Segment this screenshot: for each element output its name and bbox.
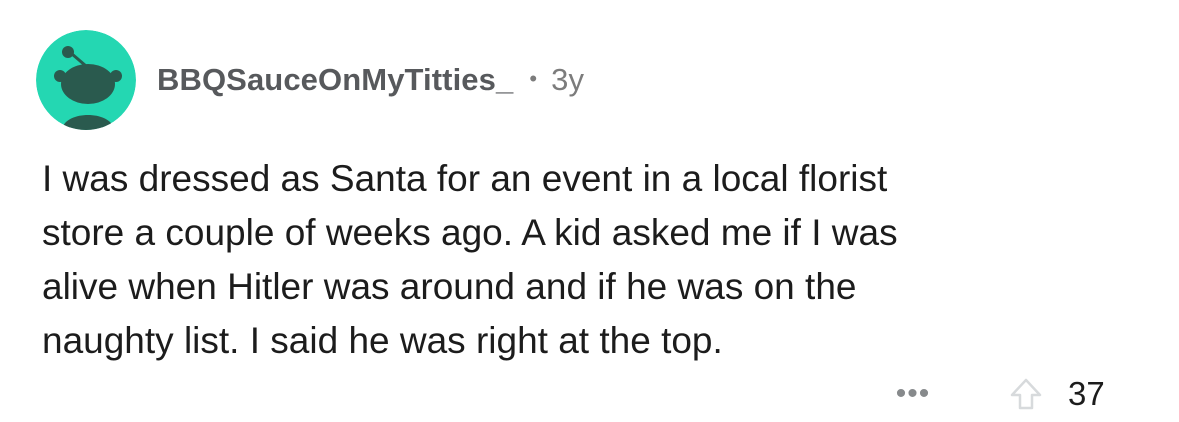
comment-age: 3y (551, 62, 585, 97)
comment: BBQSauceOnMyTitties_ • 3y I was dressed … (0, 0, 1179, 422)
snoo-avatar-icon (36, 30, 136, 130)
user-avatar[interactable] (36, 30, 136, 130)
meta-separator: • (529, 66, 538, 91)
vote-score: 37 (1068, 375, 1105, 412)
comment-body: I was dressed as Santa for an event in a… (42, 158, 898, 361)
upvote-arrow-icon (1010, 378, 1042, 410)
more-options-button[interactable]: ••• (890, 374, 936, 414)
comment-header: BBQSauceOnMyTitties_ • 3y (157, 58, 584, 102)
more-options-icon: ••• (895, 377, 931, 410)
comment-actions: ••• 37 (0, 368, 1179, 418)
upvote-button[interactable] (1006, 374, 1046, 414)
username-link[interactable]: BBQSauceOnMyTitties_ (157, 62, 513, 98)
